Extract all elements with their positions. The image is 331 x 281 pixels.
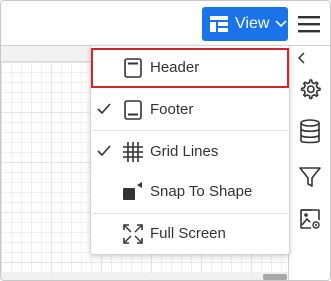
scrollbar-thumb[interactable]: [263, 274, 287, 280]
database-icon: [299, 119, 321, 145]
check-icon: [97, 102, 111, 116]
menu-item-label: Snap To Shape: [150, 183, 253, 200]
footer-icon: [122, 99, 144, 121]
menu-item-grid-lines[interactable]: Grid Lines: [91, 132, 289, 172]
full-screen-icon: [122, 223, 144, 245]
data-source-button[interactable]: [297, 119, 323, 145]
menu-item-footer[interactable]: Footer: [91, 90, 289, 130]
menu-item-header[interactable]: Header: [91, 48, 289, 88]
toolbar: View: [1, 1, 330, 45]
menu-item-snap-to-shape[interactable]: Snap To Shape: [91, 172, 289, 212]
image-settings-button[interactable]: [297, 206, 323, 232]
menu-item-label: Footer: [150, 101, 194, 118]
settings-button[interactable]: [297, 76, 323, 102]
main-menu-button[interactable]: [296, 11, 322, 37]
view-button-label: View: [235, 15, 270, 32]
snap-to-shape-icon: [122, 181, 144, 203]
menu-item-label: Header: [150, 59, 200, 76]
chevron-left-icon: [297, 52, 305, 64]
app-window: View Header Footer Grid Lines Snap To Sh…: [0, 0, 331, 281]
check-icon: [97, 144, 111, 158]
filter-icon: [298, 165, 322, 189]
menu-item-label: Full Screen: [150, 225, 226, 242]
horizontal-scrollbar[interactable]: [1, 273, 288, 280]
filter-button[interactable]: [297, 164, 323, 190]
header-icon: [122, 57, 144, 79]
menu-item-full-screen[interactable]: Full Screen: [91, 214, 289, 254]
grid-lines-icon: [122, 141, 144, 163]
hamburger-icon: [298, 15, 320, 33]
layout-icon: [210, 16, 228, 32]
chevron-down-icon: [275, 20, 287, 28]
view-dropdown-menu: Header Footer Grid Lines Snap To Shape F…: [90, 45, 290, 255]
collapse-panel-button[interactable]: [293, 50, 309, 66]
view-button[interactable]: View: [202, 7, 288, 41]
image-settings-icon: [298, 207, 322, 231]
menu-item-label: Grid Lines: [150, 143, 219, 160]
menu-divider: [92, 130, 288, 131]
settings-icon: [298, 77, 322, 101]
side-panel: [288, 45, 330, 280]
